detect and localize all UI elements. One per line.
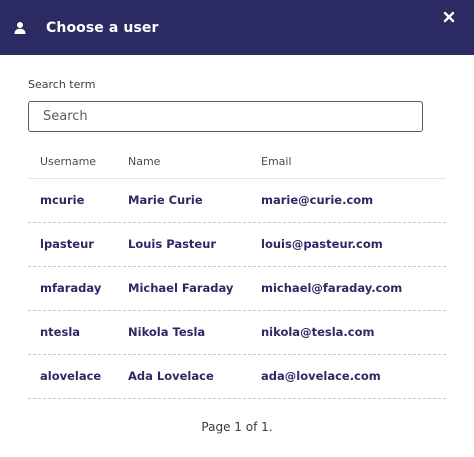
close-icon[interactable] (442, 10, 456, 24)
pagination-status: Page 1 of 1. (201, 420, 273, 434)
column-header-email: Email (261, 155, 292, 168)
row-username: alovelace (40, 369, 102, 383)
search-label: Search term (28, 78, 96, 91)
row-username: mfaraday (40, 281, 102, 295)
row-email: ada@lovelace.com (261, 369, 381, 383)
row-email: marie@curie.com (261, 193, 374, 207)
dialog-header: Choose a user (0, 0, 474, 55)
row-name: Nikola Tesla (128, 325, 206, 339)
row-email: michael@faraday.com (261, 281, 403, 295)
row-username: mcurie (40, 193, 85, 207)
row-name: Marie Curie (128, 193, 203, 207)
users-table: Username Name Email mcurie Marie Curie m… (28, 145, 446, 399)
table-row[interactable]: mcurie Marie Curie marie@curie.com (28, 179, 446, 223)
row-name: Ada Lovelace (128, 369, 214, 383)
row-username: ntesla (40, 325, 81, 339)
dialog-title: Choose a user (46, 20, 159, 36)
column-header-name: Name (128, 155, 161, 168)
row-name: Michael Faraday (128, 281, 234, 295)
table-row[interactable]: alovelace Ada Lovelace ada@lovelace.com (28, 355, 446, 399)
row-name: Louis Pasteur (128, 237, 217, 251)
row-username: lpasteur (40, 237, 94, 251)
table-header: Username Name Email (28, 145, 446, 179)
user-icon (14, 22, 26, 34)
table-row[interactable]: mfaraday Michael Faraday michael@faraday… (28, 267, 446, 311)
row-email: nikola@tesla.com (261, 325, 375, 339)
search-input[interactable] (28, 101, 423, 132)
column-header-username: Username (40, 155, 97, 168)
row-email: louis@pasteur.com (261, 237, 383, 251)
table-row[interactable]: ntesla Nikola Tesla nikola@tesla.com (28, 311, 446, 355)
choose-user-dialog: Choose a user Search term Username Name … (0, 0, 474, 457)
table-row[interactable]: lpasteur Louis Pasteur louis@pasteur.com (28, 223, 446, 267)
